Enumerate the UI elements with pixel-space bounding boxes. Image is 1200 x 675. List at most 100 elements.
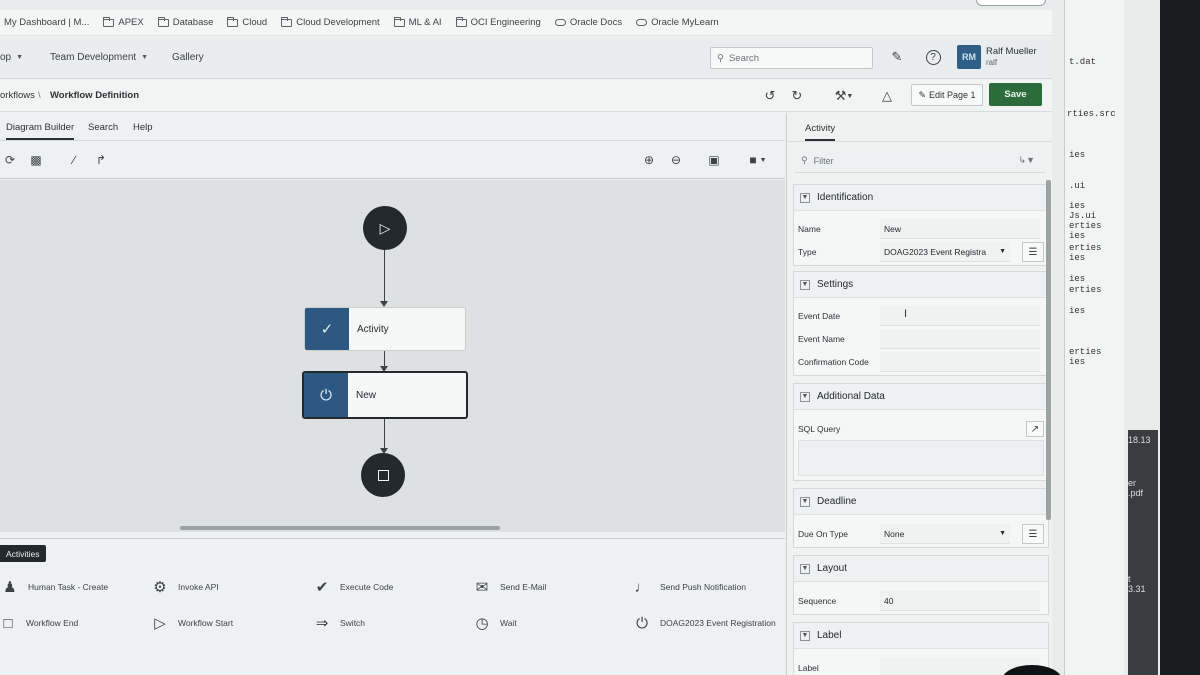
property-name: Name New	[794, 218, 1048, 240]
sql-query-textarea[interactable]	[798, 440, 1044, 476]
folder-icon	[393, 16, 405, 27]
utilities-menu-icon[interactable]: ⚒ ▼	[832, 87, 856, 105]
background-file-list: t.dat rties.src ies .ui ies Js.ui erties…	[1064, 0, 1124, 675]
browser-profile-button[interactable]	[976, 0, 1046, 6]
activities-palette: Activities ♟ Human Task - Create ⚙ Invoke …	[0, 538, 785, 675]
bookmark-cloud-development[interactable]: Cloud Development	[281, 16, 380, 28]
tab-diagram-builder[interactable]: Diagram Builder	[6, 122, 75, 140]
type-select[interactable]: DOAG2023 Event Registra ▼	[880, 242, 1010, 262]
zoom-in-icon[interactable]: ⊕	[641, 152, 657, 168]
orthogonal-connector-icon[interactable]: ↱	[93, 152, 109, 168]
list-icon[interactable]: ☰	[1022, 524, 1044, 544]
bookmark-cloud[interactable]: Cloud	[227, 16, 267, 28]
connector-start-activity[interactable]	[384, 250, 385, 302]
view-options-icon[interactable]: ■ ▼	[745, 152, 771, 168]
zoom-out-icon[interactable]: ⊖	[668, 152, 684, 168]
apex-header: op ▼ Team Development ▼ Gallery ⚲ Search ✎…	[0, 37, 1052, 79]
tab-search[interactable]: Search	[88, 122, 118, 133]
rotate-icon[interactable]: ⟳	[2, 152, 18, 168]
filter-placeholder: Filter	[813, 155, 834, 166]
bookmark-oracle-mylearn[interactable]: Oracle MyLearn	[636, 17, 719, 28]
monitor-bezel	[1160, 0, 1200, 675]
palette-item-human-task[interactable]: ♟ Human Task - Create	[0, 577, 108, 597]
connector-new-end[interactable]	[384, 419, 385, 449]
folder-icon	[103, 16, 115, 27]
help-icon[interactable]: ?	[924, 48, 942, 66]
search-input[interactable]: ⚲ Search	[710, 47, 873, 69]
tab-help[interactable]: Help	[133, 122, 153, 133]
bookmark-apex[interactable]: APEX	[103, 16, 144, 28]
canvas-horizontal-scrollbar[interactable]	[180, 526, 500, 530]
section-header[interactable]: ▼ Additional Data	[794, 384, 1048, 410]
redo-icon[interactable]: ↻	[788, 87, 806, 105]
breadcrumb-workflows[interactable]: orkflows	[0, 90, 35, 101]
menu-team-development[interactable]: Team Development ▼	[50, 52, 148, 63]
menu-app-builder[interactable]: op ▼	[0, 52, 23, 63]
bookmarks-bar: My Dashboard | M... APEX Database Cloud …	[0, 10, 1052, 36]
palette-item-doag-event[interactable]: ⏻ DOAG2023 Event Registration	[632, 613, 776, 633]
bell-icon: ♩	[634, 578, 650, 596]
palette-item-switch[interactable]: ⇒ Switch	[312, 613, 365, 633]
avatar[interactable]: RM	[957, 45, 981, 69]
diagram-toolbar: ⟳ ▩ ∕ ↱ ⊕ ⊖ ▣ ■ ▼	[0, 142, 785, 179]
tab-activity[interactable]: Activity	[805, 123, 836, 141]
folder-icon	[157, 16, 169, 27]
palette-item-send-email[interactable]: ✉ Send E-Mail	[472, 577, 547, 597]
play-icon: ▷	[154, 615, 166, 632]
undo-icon[interactable]: ↺	[761, 87, 779, 105]
shared-components-icon[interactable]: △	[878, 87, 896, 105]
chevron-down-icon: ▼	[141, 54, 149, 61]
user-name[interactable]: Ralf Mueller	[986, 46, 1037, 57]
palette-item-workflow-start[interactable]: ▷ Workflow Start	[150, 613, 233, 633]
straight-connector-icon[interactable]: ∕	[66, 152, 82, 168]
save-button[interactable]: Save	[989, 83, 1042, 106]
list-icon[interactable]: ☰	[1022, 242, 1044, 262]
editor-tabs: Diagram Builder Search Help	[0, 113, 785, 141]
filter-input[interactable]: ⚲ Filter ↳▼	[795, 149, 1045, 173]
bookmark-oci-engineering[interactable]: OCI Engineering	[455, 16, 541, 28]
palette-item-invoke-api[interactable]: ⚙ Invoke API	[150, 577, 218, 597]
administration-icon[interactable]: ✎	[888, 48, 906, 66]
edit-page-button[interactable]: ✎ Edit Page 1	[911, 84, 983, 106]
property-sql-query: SQL Query ↗	[794, 418, 1048, 440]
activity-node[interactable]: ✓ Activity	[304, 307, 466, 351]
name-field[interactable]: New	[880, 219, 1040, 239]
section-header[interactable]: ▼ Deadline	[794, 489, 1048, 515]
person-icon: ♟	[3, 579, 17, 596]
palette-item-send-push[interactable]: ♩ Send Push Notification	[632, 577, 747, 597]
workflow-start-node[interactable]: ▷	[363, 206, 407, 250]
palette-item-wait[interactable]: ◷ Wait	[472, 613, 516, 633]
expand-editor-icon[interactable]: ↗	[1026, 421, 1044, 437]
folder-icon	[455, 16, 467, 27]
section-header[interactable]: ▼ Layout	[794, 556, 1048, 582]
sequence-field[interactable]: 40	[880, 591, 1040, 611]
new-activity-node[interactable]: ⏻ New	[302, 371, 468, 419]
palette-item-execute-code[interactable]: ✔ Execute Code	[312, 577, 394, 597]
text-cursor-icon: I	[904, 308, 908, 320]
palette-item-workflow-end[interactable]: □ Workflow End	[0, 613, 78, 633]
go-to-group-icon[interactable]: ↳▼	[1019, 155, 1035, 166]
chevron-down-icon: ▼	[800, 391, 810, 402]
workflow-end-node[interactable]	[361, 453, 405, 497]
section-header[interactable]: ▼ Settings	[794, 272, 1048, 298]
event-name-field[interactable]	[880, 329, 1040, 349]
confirmation-code-field[interactable]	[880, 352, 1040, 372]
search-icon: ⚲	[717, 52, 724, 64]
menu-gallery[interactable]: Gallery	[172, 52, 204, 63]
auto-layout-icon[interactable]: ▩	[28, 152, 44, 168]
section-settings: ▼ Settings Event Date Event Name Confirma…	[793, 271, 1049, 376]
bookmark-dashboard[interactable]: My Dashboard | M...	[4, 17, 89, 28]
property-type: Type DOAG2023 Event Registra ▼ ☰	[794, 241, 1048, 263]
chevron-down-icon: ▼	[800, 563, 810, 574]
bookmark-ml-ai[interactable]: ML & AI	[393, 16, 442, 28]
property-event-date: Event Date	[794, 305, 1048, 327]
bookmark-oracle-docs[interactable]: Oracle Docs	[554, 17, 622, 28]
connector-activity-new[interactable]	[384, 351, 385, 367]
bookmark-database[interactable]: Database	[157, 16, 213, 28]
due-on-type-select[interactable]: None ▼	[880, 524, 1010, 544]
search-placeholder: Search	[728, 52, 760, 64]
section-header[interactable]: ▼ Label	[794, 623, 1048, 649]
panel-scrollbar[interactable]	[1046, 180, 1051, 520]
fit-to-screen-icon[interactable]: ▣	[706, 152, 722, 168]
section-header[interactable]: ▼ Identification	[794, 185, 1048, 211]
